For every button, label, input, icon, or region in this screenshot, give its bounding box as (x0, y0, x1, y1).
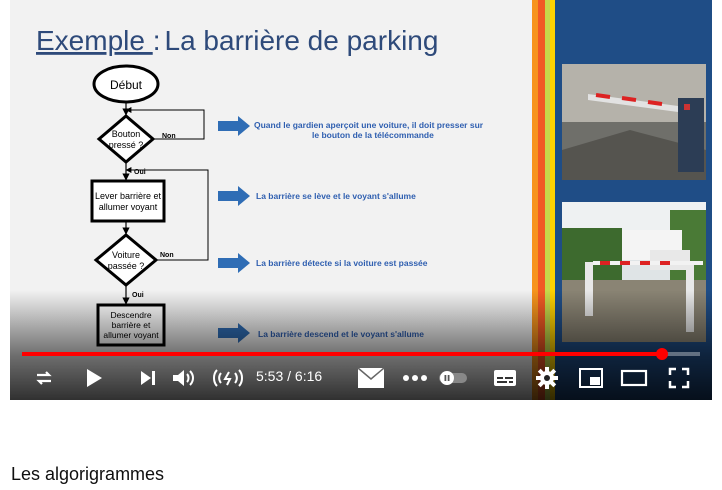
decorative-stripes (532, 0, 555, 400)
action1-line1: Lever barrière et (95, 191, 162, 201)
volume-icon (170, 366, 196, 390)
autoplay-toggle-icon (438, 370, 468, 386)
settings-button[interactable] (532, 364, 562, 392)
video-title[interactable]: Les algorigrammes (11, 464, 164, 485)
loop-icon (32, 366, 56, 390)
explanation-1-line1: Quand le gardien aperçoit une voiture, i… (254, 120, 484, 130)
loop-button[interactable] (30, 364, 58, 392)
flowchart-start: Début (110, 78, 143, 92)
stable-volume-button[interactable] (210, 364, 246, 392)
theater-icon (620, 368, 648, 388)
more-button[interactable] (400, 364, 430, 392)
svg-text:Exemple :La barrière de parkin: Exemple : La barrière de parking (36, 25, 438, 56)
mail-button[interactable] (356, 364, 386, 392)
slide-title-prefix: Exemple (36, 25, 153, 56)
volume-button[interactable] (168, 364, 198, 392)
theater-mode-button[interactable] (618, 364, 650, 392)
miniplayer-icon (578, 367, 604, 389)
miniplayer-button[interactable] (576, 364, 606, 392)
next-button[interactable] (134, 364, 162, 392)
autoplay-toggle[interactable] (436, 364, 470, 392)
time-display: 5:53 / 6:16 (256, 368, 322, 384)
next-icon (139, 369, 157, 387)
action2-line2: barrière et (112, 320, 151, 330)
fullscreen-icon (668, 367, 690, 389)
play-button[interactable] (80, 364, 108, 392)
decision1-no-label: Non (162, 133, 176, 140)
mail-icon (357, 367, 385, 389)
slide-title: La barrière de parking (165, 25, 439, 56)
explanation-3: La barrière détecte si la voiture est pa… (256, 258, 428, 268)
decision1-line2: pressé ? (109, 140, 144, 150)
explanation-4: La barrière descend et le voyant s'allum… (258, 329, 424, 339)
barrier-photo-top (562, 64, 706, 180)
subtitles-icon (493, 368, 517, 388)
explanation-1-line2: le bouton de la télécommande (312, 130, 434, 140)
decision1-line1: Bouton (112, 129, 141, 139)
progress-bar[interactable] (22, 348, 700, 360)
fullscreen-button[interactable] (664, 364, 694, 392)
stable-volume-icon (211, 366, 245, 390)
decision1-yes-label: Oui (134, 169, 146, 176)
action1-line2: allumer voyant (99, 202, 158, 212)
progress-played (22, 352, 663, 356)
video-player[interactable]: Exemple : La barrière de parking Début B… (10, 0, 712, 400)
scrubber-handle[interactable] (656, 348, 669, 360)
explanation-2: La barrière se lève et le voyant s'allum… (256, 191, 416, 201)
subtitles-button[interactable] (490, 364, 520, 392)
time-total: 6:16 (294, 368, 323, 384)
video-frame: Exemple : La barrière de parking Début B… (10, 0, 712, 400)
decision2-no-label: Non (160, 252, 174, 259)
time-separator: / (283, 368, 295, 384)
action2-line1: Descendre (110, 310, 151, 320)
slide-title-colon: : (153, 25, 161, 56)
decision2-line1: Voiture (112, 250, 140, 260)
barrier-photo-bottom (562, 202, 706, 342)
settings-icon (535, 366, 559, 390)
time-current: 5:53 (256, 368, 284, 384)
more-icon (402, 374, 428, 382)
play-icon (83, 367, 105, 389)
action2-line3: allumer voyant (103, 330, 159, 340)
decision2-yes-label: Oui (132, 292, 144, 299)
decision2-line2: passée ? (108, 261, 145, 271)
